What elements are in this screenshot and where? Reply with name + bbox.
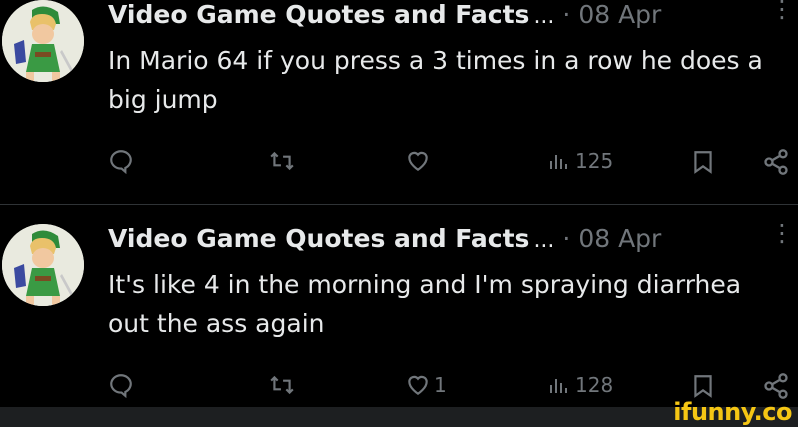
avatar-image	[2, 224, 84, 306]
views-icon	[550, 379, 567, 393]
name-ellipsis: ...	[533, 4, 555, 29]
share-button[interactable]	[762, 148, 790, 176]
avatar-image	[2, 0, 84, 82]
retweet-button[interactable]	[268, 372, 296, 398]
ifunny-watermark: ifunny.co	[673, 398, 792, 426]
share-button[interactable]	[762, 372, 790, 400]
avatar[interactable]	[2, 224, 84, 306]
retweet-button[interactable]	[268, 148, 296, 174]
like-icon	[408, 375, 428, 395]
bookmark-button[interactable]	[690, 372, 716, 400]
share-icon	[764, 149, 788, 175]
like-button[interactable]	[404, 148, 436, 174]
share-icon	[764, 373, 788, 399]
tweet-divider	[0, 204, 798, 205]
tweet-date[interactable]: · 08 Apr	[562, 224, 661, 253]
reply-button[interactable]	[108, 148, 134, 174]
retweet-icon	[270, 375, 294, 395]
tweet-text: In Mario 64 if you press a 3 times in a …	[108, 46, 763, 114]
views-button[interactable]: 128	[547, 372, 613, 398]
tweet-header: Video Game Quotes and Facts... · 08 Apr	[108, 0, 661, 34]
tweet-1[interactable]: Video Game Quotes and Facts... · 08 Apr ⋮…	[0, 0, 798, 204]
like-count: 1	[434, 373, 447, 397]
bookmark-icon	[694, 151, 712, 174]
bookmark-icon	[694, 375, 712, 398]
like-button[interactable]: 1	[404, 372, 447, 398]
like-icon	[408, 151, 428, 171]
tweet-header: Video Game Quotes and Facts... · 08 Apr	[108, 224, 661, 258]
reply-icon	[110, 374, 132, 398]
more-options-icon[interactable]: ⋮	[770, 221, 794, 245]
tweet-text: It's like 4 in the morning and I'm spray…	[108, 270, 742, 338]
views-icon	[550, 155, 567, 169]
tweet-2[interactable]: Video Game Quotes and Facts... · 08 Apr ⋮…	[0, 206, 798, 406]
tweet-date[interactable]: · 08 Apr	[562, 0, 661, 29]
bookmark-button[interactable]	[690, 148, 716, 176]
name-ellipsis: ...	[533, 228, 555, 253]
author-name[interactable]: Video Game Quotes and Facts	[108, 224, 529, 253]
view-count: 128	[575, 373, 614, 397]
views-button[interactable]: 125	[547, 148, 613, 174]
retweet-icon	[270, 151, 294, 171]
view-count: 125	[575, 149, 614, 173]
avatar[interactable]	[2, 0, 84, 82]
reply-icon	[110, 150, 132, 174]
tweet-actions: 125	[0, 148, 798, 184]
more-options-icon[interactable]: ⋮	[770, 0, 794, 21]
author-name[interactable]: Video Game Quotes and Facts	[108, 0, 529, 29]
reply-button[interactable]	[108, 372, 134, 398]
